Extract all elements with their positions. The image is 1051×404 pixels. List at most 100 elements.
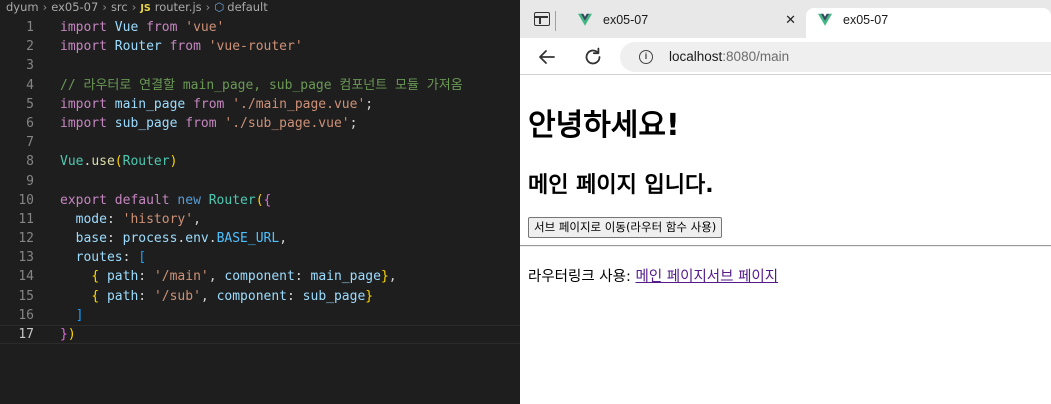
code-line[interactable]: 12 base: process.env.BASE_URL, bbox=[0, 229, 520, 248]
code-token: './sub_page.vue' bbox=[224, 115, 350, 131]
code-token: Router bbox=[122, 154, 170, 170]
code-token: main_page bbox=[114, 96, 186, 112]
code-line[interactable]: 13 routes: [ bbox=[0, 248, 520, 267]
chevron-right-icon: › bbox=[205, 0, 211, 14]
code-token: : bbox=[287, 288, 303, 304]
code-token: { bbox=[91, 269, 100, 285]
tab-title: ex05-07 bbox=[843, 13, 889, 27]
back-arrow-icon[interactable] bbox=[534, 44, 560, 70]
code-token: , bbox=[279, 231, 288, 247]
line-number: 5 bbox=[26, 96, 34, 112]
browser-tab-2-active[interactable]: ex05-07 bbox=[806, 8, 1051, 38]
line-code: import Vue from 'vue' bbox=[60, 18, 224, 37]
code-token: mode bbox=[75, 211, 107, 227]
code-token: process bbox=[122, 231, 178, 247]
code-token: Router bbox=[208, 192, 256, 208]
code-token: { bbox=[91, 288, 100, 304]
line-code: export default new Router({ bbox=[60, 191, 271, 210]
code-line[interactable]: 7 bbox=[0, 133, 520, 152]
code-token: component bbox=[224, 269, 295, 285]
code-token: ] bbox=[75, 307, 84, 323]
code-token: : bbox=[106, 211, 123, 227]
main-page-link[interactable]: 메인 페이지 bbox=[635, 269, 706, 285]
sub-page-link[interactable]: 서브 페이지 bbox=[707, 269, 778, 285]
code-token: } bbox=[60, 327, 68, 342]
divider bbox=[520, 245, 1051, 247]
code-line[interactable]: 5 import main_page from './main_page.vue'… bbox=[0, 95, 520, 114]
code-token: ) bbox=[67, 327, 76, 342]
symbol-cube-icon: ⬡ bbox=[214, 0, 225, 14]
code-token: path bbox=[106, 288, 139, 304]
code-token: ) bbox=[169, 154, 178, 170]
code-token: ( bbox=[114, 154, 123, 170]
line-code: // 라우터로 연결할 main_page, sub_page 컴포넌트 모듈 … bbox=[60, 76, 463, 95]
code-line[interactable]: 11 mode: 'history', bbox=[0, 210, 520, 229]
code-line[interactable]: 4 // 라우터로 연결할 main_page, sub_page 컴포넌트 모듈… bbox=[0, 76, 520, 95]
code-token: . bbox=[208, 231, 217, 247]
code-editor[interactable]: dyum › ex05-07 › src › JS router.js › ⬡ default 1i… bbox=[0, 0, 520, 404]
code-line[interactable]: 17}) bbox=[0, 325, 520, 344]
code-line[interactable]: 14 { path: '/main', component: main_page… bbox=[0, 267, 520, 286]
page-heading: 안녕하세요! bbox=[528, 108, 680, 143]
code-token: '/sub' bbox=[153, 288, 201, 304]
breadcrumb-item-src[interactable]: src bbox=[111, 0, 128, 14]
code-line[interactable]: 16 ] bbox=[0, 306, 520, 325]
code-token: ; bbox=[349, 115, 358, 131]
code-line[interactable]: 10 export default new Router({ bbox=[0, 191, 520, 210]
line-number: 14 bbox=[18, 269, 34, 285]
code-token: } bbox=[380, 269, 389, 285]
code-line[interactable]: 3 bbox=[0, 56, 520, 75]
info-icon[interactable]: i bbox=[639, 50, 653, 64]
vue-logo-icon bbox=[818, 13, 832, 26]
code-token: : bbox=[294, 269, 311, 285]
code-token: import bbox=[60, 115, 107, 131]
code-token: } bbox=[365, 288, 374, 304]
line-number: 12 bbox=[18, 231, 34, 247]
code-token: from bbox=[185, 115, 217, 131]
breadcrumb-item-project[interactable]: ex05-07 bbox=[51, 0, 98, 14]
url-text[interactable]: localhost:8080/main bbox=[669, 42, 789, 72]
line-number: 7 bbox=[26, 135, 34, 151]
reload-icon[interactable] bbox=[580, 44, 606, 70]
router-link-line: 라우터링크 사용: 메인 페이지서브 페이지 bbox=[528, 265, 778, 286]
line-number: 3 bbox=[26, 58, 34, 74]
go-sub-page-button[interactable]: 서브 페이지로 이동(라우터 함수 사용) bbox=[528, 217, 723, 238]
code-line[interactable]: 8 Vue.use(Router) bbox=[0, 152, 520, 171]
code-token: import bbox=[60, 96, 107, 112]
code-line[interactable]: 6 import sub_page from './sub_page.vue'; bbox=[0, 114, 520, 133]
code-line[interactable]: 2 import Router from 'vue-router' bbox=[0, 37, 520, 56]
breadcrumb-item-dyum[interactable]: dyum bbox=[6, 0, 39, 14]
line-code: Vue.use(Router) bbox=[60, 152, 177, 171]
browser-tab-1[interactable]: ex05-07 ✕ bbox=[555, 8, 806, 38]
code-line[interactable]: 1 import Vue from 'vue' bbox=[0, 18, 520, 37]
code-token: env bbox=[185, 231, 209, 247]
code-line[interactable]: 9 bbox=[0, 172, 520, 191]
address-bar[interactable]: i localhost:8080/main bbox=[620, 42, 1051, 72]
line-number: 1 bbox=[26, 20, 34, 35]
code-area[interactable]: 1 import Vue from 'vue' 2 import Router fro… bbox=[0, 18, 520, 344]
code-token: ( bbox=[255, 192, 264, 208]
close-icon[interactable]: ✕ bbox=[785, 8, 796, 32]
code-token: path bbox=[106, 269, 139, 285]
code-line[interactable]: 15 { path: '/sub', component: sub_page} bbox=[0, 287, 520, 306]
code-token: export bbox=[60, 192, 107, 208]
vue-logo-icon bbox=[578, 13, 592, 26]
code-token: sub_page bbox=[302, 288, 366, 304]
breadcrumb-item-symbol[interactable]: default bbox=[227, 0, 267, 14]
line-number: 9 bbox=[26, 173, 34, 189]
code-token: : bbox=[138, 269, 154, 285]
tab-actions-icon[interactable] bbox=[534, 12, 550, 26]
breadcrumb-item-file[interactable]: router.js bbox=[155, 0, 202, 14]
code-token: 'history' bbox=[122, 211, 194, 227]
code-token: default bbox=[114, 192, 170, 208]
code-token: '/main' bbox=[153, 269, 209, 285]
